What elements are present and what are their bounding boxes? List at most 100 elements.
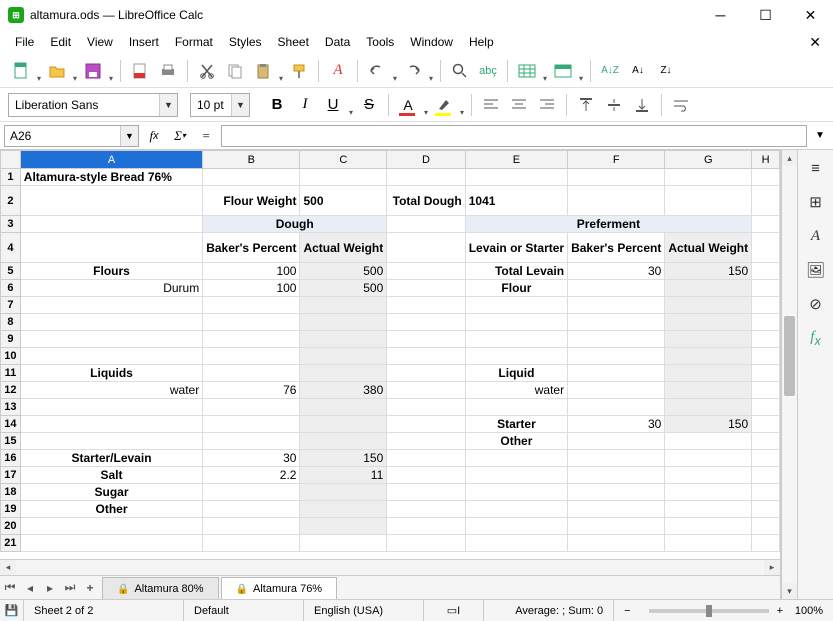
align-left-button[interactable]	[478, 92, 504, 118]
cell[interactable]: Flour	[465, 280, 567, 297]
cell[interactable]: Total Dough	[387, 186, 465, 216]
spellcheck-button[interactable]: abç	[475, 58, 501, 84]
underline-button[interactable]: U	[320, 92, 346, 118]
copy-button[interactable]	[222, 58, 248, 84]
sum-button[interactable]: Σ▾	[169, 125, 191, 147]
row-header[interactable]: 13	[1, 399, 21, 416]
select-all-corner[interactable]	[1, 151, 21, 169]
horizontal-scrollbar[interactable]: ◂▸	[0, 559, 780, 575]
highlight-button[interactable]	[431, 92, 457, 118]
cell[interactable]: 500	[300, 280, 387, 297]
formula-button[interactable]: =	[195, 125, 217, 147]
col-header-B[interactable]: B	[203, 151, 300, 169]
gallery-icon[interactable]: 🖼	[803, 258, 829, 282]
cell[interactable]: Flour Weight	[203, 186, 300, 216]
properties-icon[interactable]: ⊞	[803, 190, 829, 214]
cell[interactable]: Starter/Levain	[20, 450, 202, 467]
vertical-scrollbar[interactable]: ▴ ▾	[781, 150, 797, 599]
row-header[interactable]: 20	[1, 518, 21, 535]
font-name-selector[interactable]: ▼	[8, 93, 178, 117]
clear-formatting-button[interactable]: A	[325, 58, 351, 84]
menu-data[interactable]: Data	[318, 33, 357, 51]
sheet-tab-1[interactable]: 🔒Altamura 80%	[102, 577, 219, 599]
column-button[interactable]	[550, 58, 576, 84]
expand-formula-button[interactable]: ▼	[811, 125, 829, 147]
cell[interactable]: Baker's Percent	[568, 233, 665, 263]
row-header[interactable]: 9	[1, 331, 21, 348]
tab-last-button[interactable]: ⏭	[60, 578, 80, 598]
close-document-button[interactable]: ✕	[805, 34, 825, 51]
cell[interactable]: Baker's Percent	[203, 233, 300, 263]
row-header[interactable]: 17	[1, 467, 21, 484]
cell[interactable]: Sugar	[20, 484, 202, 501]
cell[interactable]: 500	[300, 186, 387, 216]
align-bottom-button[interactable]	[629, 92, 655, 118]
zoom-out-button[interactable]: −	[614, 600, 640, 621]
name-box[interactable]: ▼	[4, 125, 139, 147]
zoom-level[interactable]: 100%	[783, 600, 833, 621]
cell[interactable]: Salt	[20, 467, 202, 484]
col-header-G[interactable]: G	[665, 151, 752, 169]
scroll-thumb[interactable]	[784, 316, 795, 396]
align-top-button[interactable]	[573, 92, 599, 118]
save-button[interactable]	[80, 58, 106, 84]
menu-tools[interactable]: Tools	[359, 33, 401, 51]
zoom-slider[interactable]	[649, 609, 769, 613]
cell[interactable]: Dough	[203, 216, 387, 233]
paste-button[interactable]	[250, 58, 276, 84]
cell[interactable]: Other	[20, 501, 202, 518]
print-button[interactable]	[155, 58, 181, 84]
styles-icon[interactable]: A	[803, 224, 829, 248]
clone-formatting-button[interactable]	[286, 58, 312, 84]
cell[interactable]: Altamura-style Bread 76%	[20, 169, 202, 186]
row-header[interactable]: 6	[1, 280, 21, 297]
find-button[interactable]	[447, 58, 473, 84]
menu-sheet[interactable]: Sheet	[271, 33, 316, 51]
row-header[interactable]: 5	[1, 263, 21, 280]
cell[interactable]: water	[465, 382, 567, 399]
cell[interactable]: 100	[203, 280, 300, 297]
undo-button[interactable]	[364, 58, 390, 84]
italic-button[interactable]: I	[292, 92, 318, 118]
row-header[interactable]: 18	[1, 484, 21, 501]
font-name-input[interactable]	[9, 96, 159, 114]
col-header-H[interactable]: H	[752, 151, 780, 169]
open-button[interactable]	[44, 58, 70, 84]
row-header[interactable]: 3	[1, 216, 21, 233]
cell[interactable]: Actual Weight	[665, 233, 752, 263]
tab-first-button[interactable]: ⏮	[0, 578, 20, 598]
cell[interactable]: 150	[665, 263, 752, 280]
font-name-dropdown-icon[interactable]: ▼	[159, 94, 177, 116]
cell[interactable]: Liquids	[20, 365, 202, 382]
cell[interactable]: 30	[203, 450, 300, 467]
row-header[interactable]: 16	[1, 450, 21, 467]
cell[interactable]: 150	[665, 416, 752, 433]
bold-button[interactable]: B	[264, 92, 290, 118]
sort-asc-button[interactable]: A↓	[625, 58, 651, 84]
menu-view[interactable]: View	[80, 33, 120, 51]
cell[interactable]: Actual Weight	[300, 233, 387, 263]
function-wizard-button[interactable]: fx	[143, 125, 165, 147]
close-button[interactable]: ✕	[788, 0, 833, 30]
font-size-dropdown-icon[interactable]: ▼	[231, 94, 249, 116]
row-header[interactable]: 7	[1, 297, 21, 314]
row-header[interactable]: 11	[1, 365, 21, 382]
menu-window[interactable]: Window	[403, 33, 460, 51]
cell[interactable]: Flours	[20, 263, 202, 280]
menu-format[interactable]: Format	[168, 33, 220, 51]
strikethrough-button[interactable]: S	[356, 92, 382, 118]
row-header[interactable]: 14	[1, 416, 21, 433]
sidebar-settings-icon[interactable]: ≡	[803, 156, 829, 180]
row-header[interactable]: 2	[1, 186, 21, 216]
cell[interactable]: 2.2	[203, 467, 300, 484]
spreadsheet-grid[interactable]: A B C D E F G H 1Altamura-style Bread 76…	[0, 150, 780, 559]
font-size-input[interactable]	[191, 96, 231, 114]
col-header-E[interactable]: E	[465, 151, 567, 169]
cell[interactable]: Other	[465, 433, 567, 450]
functions-icon[interactable]: fx	[803, 326, 829, 350]
cell[interactable]: 1041	[465, 186, 567, 216]
col-header-A[interactable]: A	[20, 151, 202, 169]
name-box-input[interactable]	[5, 126, 120, 146]
sort-desc-button[interactable]: Z↓	[653, 58, 679, 84]
col-header-C[interactable]: C	[300, 151, 387, 169]
